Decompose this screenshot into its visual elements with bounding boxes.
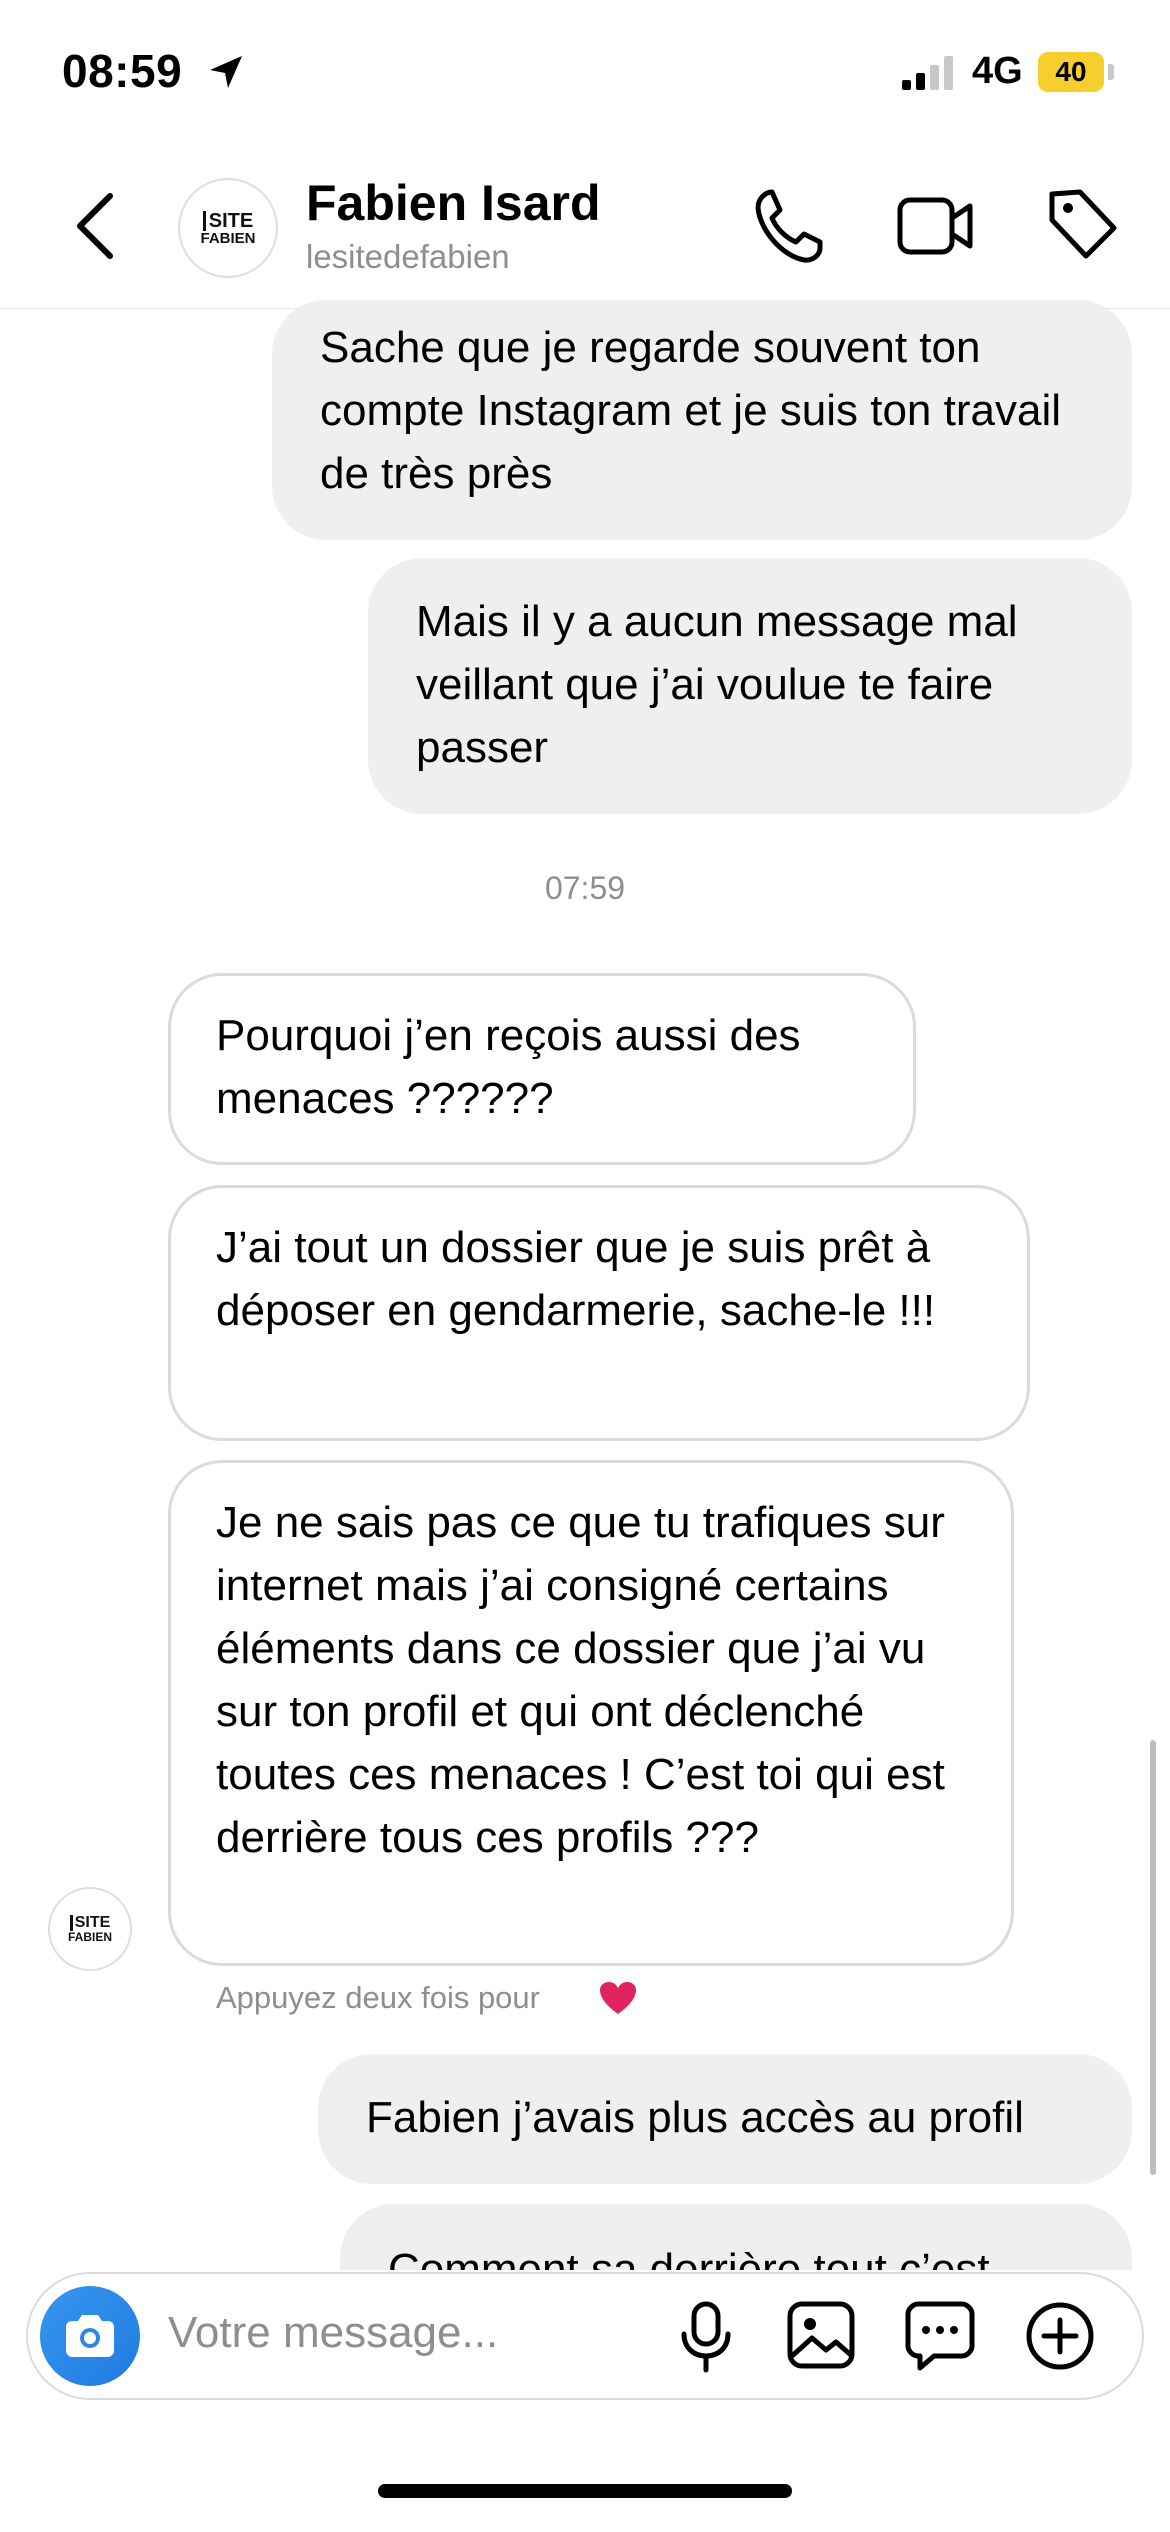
scrollbar[interactable]	[1150, 1740, 1156, 2175]
avatar[interactable]: SITE FABIEN	[178, 178, 278, 278]
gallery-icon[interactable]	[786, 2300, 856, 2375]
home-indicator[interactable]	[378, 2484, 792, 2498]
contact-username[interactable]: lesitedefabien	[306, 238, 510, 276]
video-camera-icon[interactable]	[896, 194, 974, 263]
battery-icon	[1108, 64, 1114, 80]
phone-icon[interactable]	[752, 186, 824, 271]
battery-level: 40	[1038, 52, 1104, 92]
contact-name[interactable]: Fabien Isard	[306, 174, 601, 232]
message-bubble-outgoing[interactable]: Fabien j’avais plus accès au profil	[318, 2054, 1132, 2184]
network-type: 4G	[972, 50, 1023, 92]
chat-header: SITE FABIEN Fabien Isard lesitedefabien	[0, 150, 1170, 309]
sender-avatar[interactable]: SITE FABIEN	[48, 1887, 132, 1971]
message-bubble-incoming[interactable]: Je ne sais pas ce que tu trafiques sur i…	[168, 1460, 1014, 1966]
message-bubble-outgoing[interactable]: Mais il y a aucun message mal veillant q…	[368, 558, 1132, 814]
tag-icon[interactable]	[1046, 186, 1118, 267]
status-bar: 08:59 4G 40	[0, 0, 1170, 150]
sticker-chat-icon[interactable]	[904, 2300, 976, 2377]
message-bubble-incoming[interactable]: J’ai tout un dossier que je suis prêt à …	[168, 1185, 1030, 1441]
avatar-logo-bottom: FABIEN	[67, 1930, 112, 1944]
message-bubble-incoming[interactable]: Pourquoi j’en reçois aussi des menaces ?…	[168, 973, 916, 1165]
location-arrow-icon	[206, 52, 246, 97]
back-chevron-icon[interactable]	[72, 190, 116, 267]
camera-icon[interactable]	[40, 2286, 140, 2386]
avatar-logo-bottom: FABIEN	[200, 229, 256, 247]
message-input[interactable]: Votre message...	[168, 2308, 498, 2358]
heart-icon	[598, 1980, 638, 2021]
double-tap-hint: Appuyez deux fois pour	[216, 1980, 540, 2015]
avatar-logo-top: SITE	[202, 210, 253, 231]
message-bubble-outgoing[interactable]: Sache que je regarde souvent ton compte …	[272, 300, 1132, 540]
signal-icon	[902, 56, 956, 95]
status-time: 08:59	[62, 45, 183, 97]
avatar-logo-top: SITE	[69, 1915, 110, 1931]
timestamp: 07:59	[544, 870, 626, 906]
microphone-icon[interactable]	[676, 2300, 736, 2379]
plus-circle-icon[interactable]	[1024, 2300, 1096, 2377]
